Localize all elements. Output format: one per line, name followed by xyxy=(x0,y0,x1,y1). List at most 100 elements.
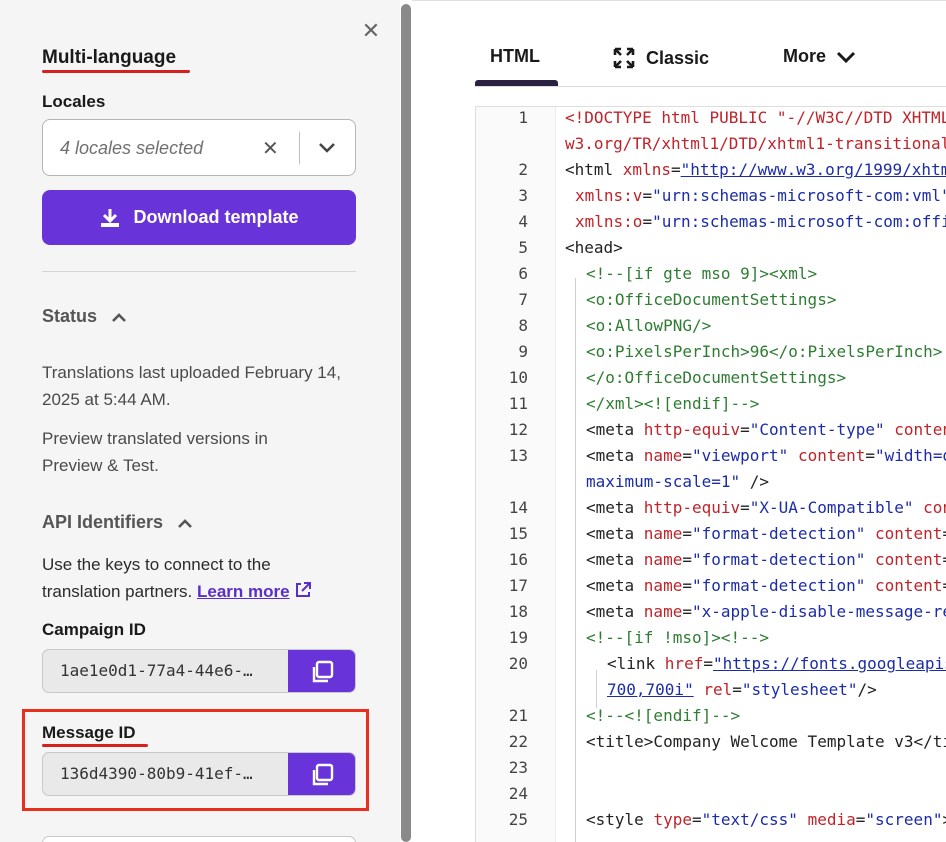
code-line: 700,700i" rel="stylesheet"/> xyxy=(607,680,877,699)
chevron-down-icon[interactable] xyxy=(317,140,337,156)
line-number: 11 xyxy=(508,394,528,413)
line-number: 20 xyxy=(508,654,528,673)
code-line: <!--<![endif]--> xyxy=(586,706,741,725)
chevron-up-icon xyxy=(178,518,192,528)
code-line: <o:PixelsPerInch>96</o:PixelsPerInch> xyxy=(586,342,943,361)
close-icon[interactable]: ✕ xyxy=(360,20,382,42)
code-line: </o:OfficeDocumentSettings> xyxy=(586,368,847,387)
campaign-id-label: Campaign ID xyxy=(42,620,146,639)
message-id-label: Message ID xyxy=(42,723,136,742)
download-template-button[interactable]: Download template xyxy=(42,190,356,245)
sidebar-title: Multi-language xyxy=(42,47,177,68)
sidebar-scrollbar[interactable] xyxy=(401,4,411,842)
line-number: 23 xyxy=(508,758,528,777)
locales-select[interactable]: 4 locales selected ✕ xyxy=(42,119,356,176)
line-number: 14 xyxy=(508,498,528,517)
tab-html-label: HTML xyxy=(490,46,540,66)
line-number: 19 xyxy=(508,628,528,647)
code-line: <meta name="format-detection" content="a… xyxy=(586,550,946,569)
campaign-id-field: 1ae1e0d1-77a4-44e6-… xyxy=(42,649,356,693)
line-number: 25 xyxy=(508,810,528,829)
copy-campaign-id-button[interactable] xyxy=(288,650,355,692)
message-id-field: 136d4390-80b9-41ef-… xyxy=(42,752,356,796)
next-field-edge xyxy=(42,836,356,842)
tab-more-label: More xyxy=(783,46,827,66)
code-line: <meta name="format-detection" content="t… xyxy=(586,576,946,595)
code-line: <meta name="x-apple-disable-message-refo… xyxy=(586,602,946,621)
chevron-down-icon xyxy=(836,51,856,63)
code-line: </xml><![endif]--> xyxy=(586,394,760,413)
line-number: 8 xyxy=(518,316,528,335)
line-number: 16 xyxy=(508,550,528,569)
line-number: 9 xyxy=(518,342,528,361)
code-line: maximum-scale=1" /> xyxy=(586,472,770,491)
line-number: 6 xyxy=(518,264,528,283)
code-line: <o:AllowPNG/> xyxy=(586,316,712,335)
copy-message-id-button[interactable] xyxy=(288,753,355,795)
code-line: <link href="https://fonts.googleapis.com… xyxy=(607,654,946,673)
code-line: <!--[if !mso]><!--> xyxy=(586,628,770,647)
line-number: 24 xyxy=(508,784,528,803)
code-line: <meta name="viewport" content="width=dev… xyxy=(586,446,946,465)
line-number: 1 xyxy=(518,108,528,127)
line-number: 7 xyxy=(518,290,528,309)
status-preview-hint: Preview translated versions in Preview &… xyxy=(42,429,268,475)
api-description: Use the keys to connect to the translati… xyxy=(42,551,342,605)
line-number: 22 xyxy=(508,732,528,751)
line-number: 3 xyxy=(518,186,528,205)
tabs-divider xyxy=(475,86,946,87)
tab-html[interactable]: HTML xyxy=(490,46,540,67)
code-line: <!--[if gte mso 9]><xml> xyxy=(586,264,818,283)
line-number: 5 xyxy=(518,238,528,257)
tab-more[interactable]: More xyxy=(783,46,856,67)
line-number: 4 xyxy=(518,212,528,231)
code-line: <meta http-equiv="Content-type" content=… xyxy=(586,420,946,439)
status-heading: Status xyxy=(42,306,98,326)
campaign-id-value: 1ae1e0d1-77a4-44e6-… xyxy=(60,661,253,680)
api-heading: API Identifiers xyxy=(42,512,164,532)
chevron-up-icon xyxy=(112,312,126,322)
line-number: 10 xyxy=(508,368,528,387)
line-number: 15 xyxy=(508,524,528,543)
indent-guide xyxy=(575,278,576,842)
locales-select-value: 4 locales selected xyxy=(60,138,204,158)
copy-icon xyxy=(312,763,333,786)
line-number: 21 xyxy=(508,706,528,725)
code-line: <meta http-equiv="X-UA-Compatible" conte… xyxy=(586,498,946,517)
download-template-label: Download template xyxy=(133,207,299,227)
divider xyxy=(42,271,356,272)
message-id-underline xyxy=(42,744,148,747)
clear-icon[interactable]: ✕ xyxy=(262,136,279,161)
select-divider xyxy=(299,132,300,164)
message-id-value: 136d4390-80b9-41ef-… xyxy=(60,764,253,783)
line-number: 2 xyxy=(518,160,528,179)
title-underline xyxy=(42,70,190,73)
api-section-toggle[interactable]: API Identifiers xyxy=(42,512,193,533)
copy-icon xyxy=(312,660,333,683)
line-number: 13 xyxy=(508,446,528,465)
tab-classic[interactable]: Classic xyxy=(612,46,709,70)
code-line: <head> xyxy=(565,238,623,257)
tab-classic-label: Classic xyxy=(646,47,710,68)
code-line: xmlns:v="urn:schemas-microsoft-com:vml" xyxy=(575,186,946,205)
external-link-icon[interactable] xyxy=(294,581,312,599)
code-line: <!DOCTYPE html PUBLIC "-//W3C//DTD XHTML… xyxy=(565,108,946,127)
status-last-uploaded: Translations last uploaded February 14, … xyxy=(42,363,341,409)
code-line: <html xmlns="http://www.w3.org/1999/xhtm… xyxy=(565,160,946,179)
expand-arrows-icon xyxy=(613,47,635,69)
learn-more-link[interactable]: Learn more xyxy=(197,582,290,601)
code-line: w3.org/TR/xhtml1/DTD/xhtml1-transitional… xyxy=(565,134,946,153)
locales-label: Locales xyxy=(42,92,106,111)
html-code-editor[interactable]: 1 2 3 4 5 6 7 8 9 10 11 12 13 14 15 16 17 18 19 20 21 22 23 24 2… xyxy=(475,106,946,842)
code-line: <style type="text/css" media="screen"> xyxy=(586,810,946,829)
line-number: 17 xyxy=(508,576,528,595)
top-border xyxy=(412,0,946,1)
code-line: <meta name="format-detection" content="d… xyxy=(586,524,946,543)
line-number: 12 xyxy=(508,420,528,439)
code-line: <o:OfficeDocumentSettings> xyxy=(586,290,837,309)
multi-language-sidebar: ✕ Multi-language Locales 4 locales selec… xyxy=(0,0,400,842)
status-section-toggle[interactable]: Status xyxy=(42,306,127,327)
code-line: xmlns:o="urn:schemas-microsoft-com:offic… xyxy=(575,212,946,231)
code-line: <title>Company Welcome Template v3</titl… xyxy=(586,732,946,751)
line-number: 18 xyxy=(508,602,528,621)
